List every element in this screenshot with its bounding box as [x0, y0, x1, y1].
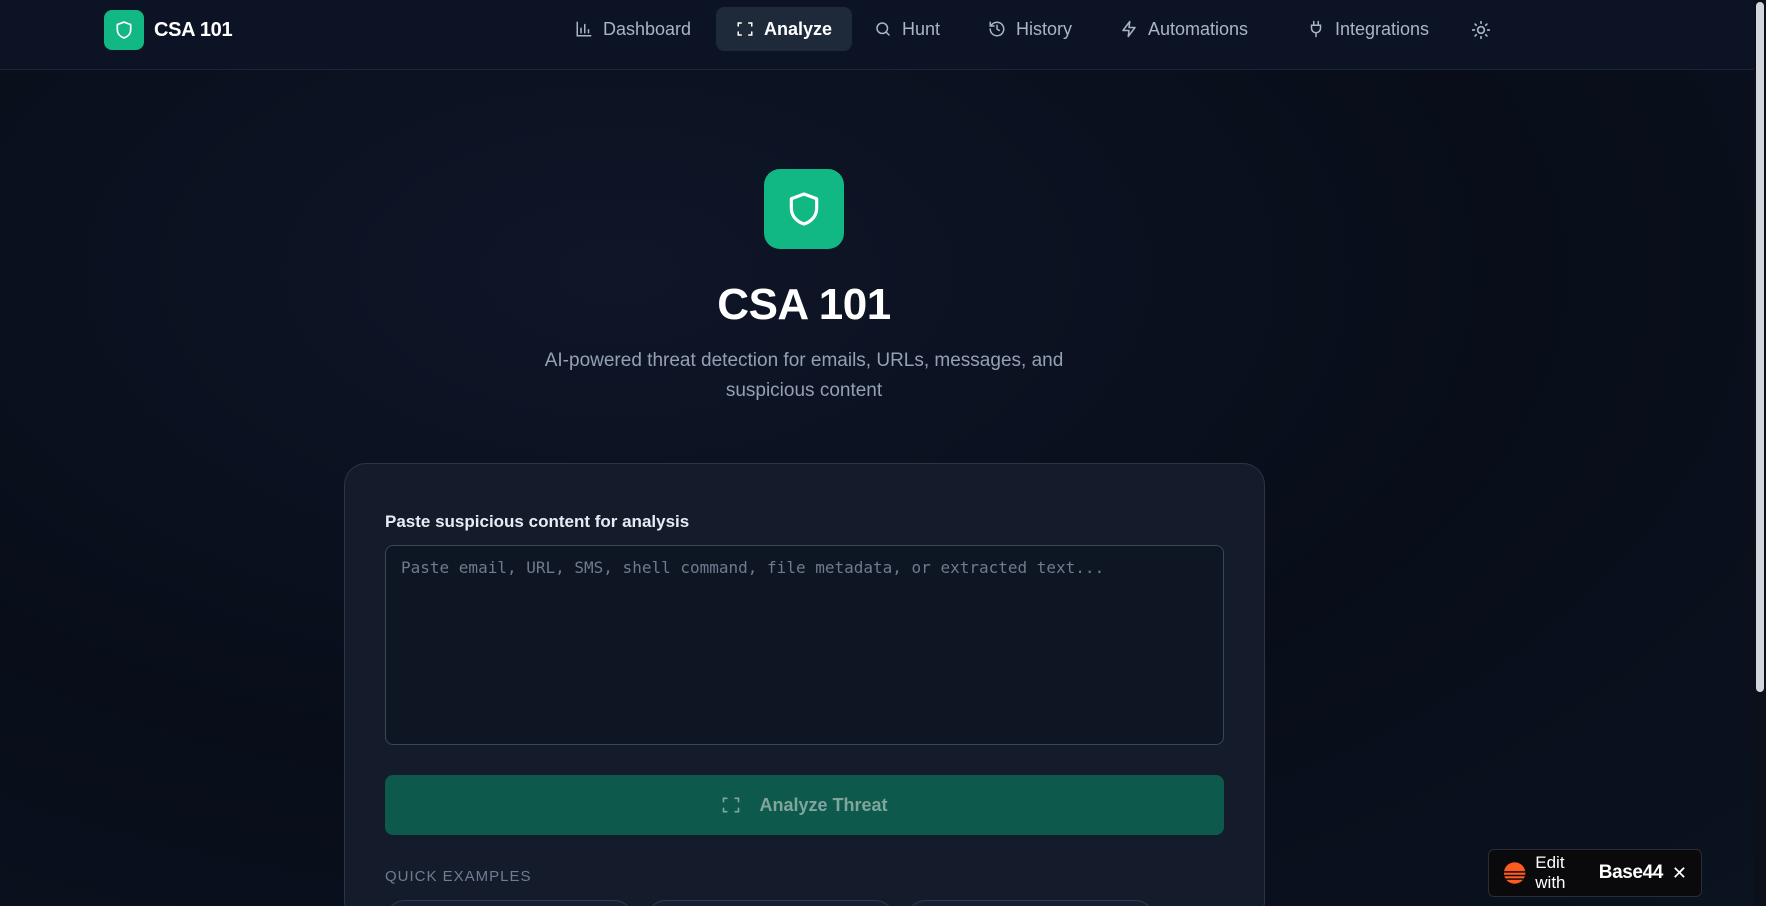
hero-logo — [764, 169, 844, 249]
page-subtitle: AI-powered threat detection for emails, … — [544, 350, 1064, 401]
edit-with-base44-badge[interactable]: Edit with Base44 ✕ — [1488, 849, 1702, 897]
app-page: CSA 101 Dashboard Analyze Hunt History A… — [0, 0, 1766, 906]
page-scrollbar[interactable] — [1754, 0, 1766, 906]
history-icon — [989, 21, 1005, 37]
nav-item-automations[interactable]: Automations — [1100, 7, 1268, 51]
base44-brand-text: Base44 — [1598, 862, 1664, 883]
quick-example-chip[interactable] — [906, 900, 1155, 906]
nav-item-integrations[interactable]: Integrations — [1287, 7, 1449, 51]
bar-chart-icon — [576, 21, 592, 37]
nav-item-hunt[interactable]: Hunt — [854, 7, 960, 51]
nav-item-label: Hunt — [902, 18, 941, 39]
scan-icon — [737, 22, 753, 36]
nav-item-analyze[interactable]: Analyze — [716, 7, 853, 51]
scrollbar-thumb[interactable] — [1756, 2, 1764, 692]
nav-item-label: Dashboard — [603, 18, 692, 39]
plug-icon — [1310, 20, 1322, 38]
content-input-label: Paste suspicious content for analysis — [385, 512, 690, 531]
theme-toggle-button[interactable] — [1468, 17, 1494, 43]
nav-item-label: Analyze — [764, 18, 833, 39]
sun-icon — [1471, 20, 1491, 40]
shield-icon — [789, 192, 819, 226]
analysis-card: Paste suspicious content for analysis An… — [344, 463, 1265, 906]
nav-item-dashboard[interactable]: Dashboard — [555, 7, 711, 51]
main-nav: Dashboard Analyze Hunt History Automatio… — [0, 7, 1766, 51]
search-icon — [876, 22, 890, 36]
analyze-threat-label: Analyze Threat — [759, 794, 888, 815]
nav-item-label: History — [1016, 18, 1073, 39]
quick-example-chip[interactable] — [385, 900, 634, 906]
top-navigation-bar: CSA 101 Dashboard Analyze Hunt History A… — [0, 0, 1766, 70]
analyze-threat-button[interactable]: Analyze Threat — [385, 775, 1224, 835]
lightning-icon — [1122, 20, 1136, 38]
page-title: CSA 101 — [717, 280, 891, 329]
close-icon[interactable]: ✕ — [1672, 863, 1687, 884]
scan-icon — [723, 797, 740, 813]
nav-item-label: Integrations — [1335, 18, 1430, 39]
content-input[interactable] — [385, 545, 1224, 745]
nav-item-history[interactable]: History — [968, 7, 1092, 51]
edit-with-text: Edit with — [1535, 853, 1566, 892]
base44-logo-icon — [1503, 862, 1526, 884]
quick-example-chip[interactable] — [646, 900, 895, 906]
nav-item-label: Automations — [1148, 18, 1249, 39]
quick-examples-heading: QUICK EXAMPLES — [385, 868, 532, 885]
